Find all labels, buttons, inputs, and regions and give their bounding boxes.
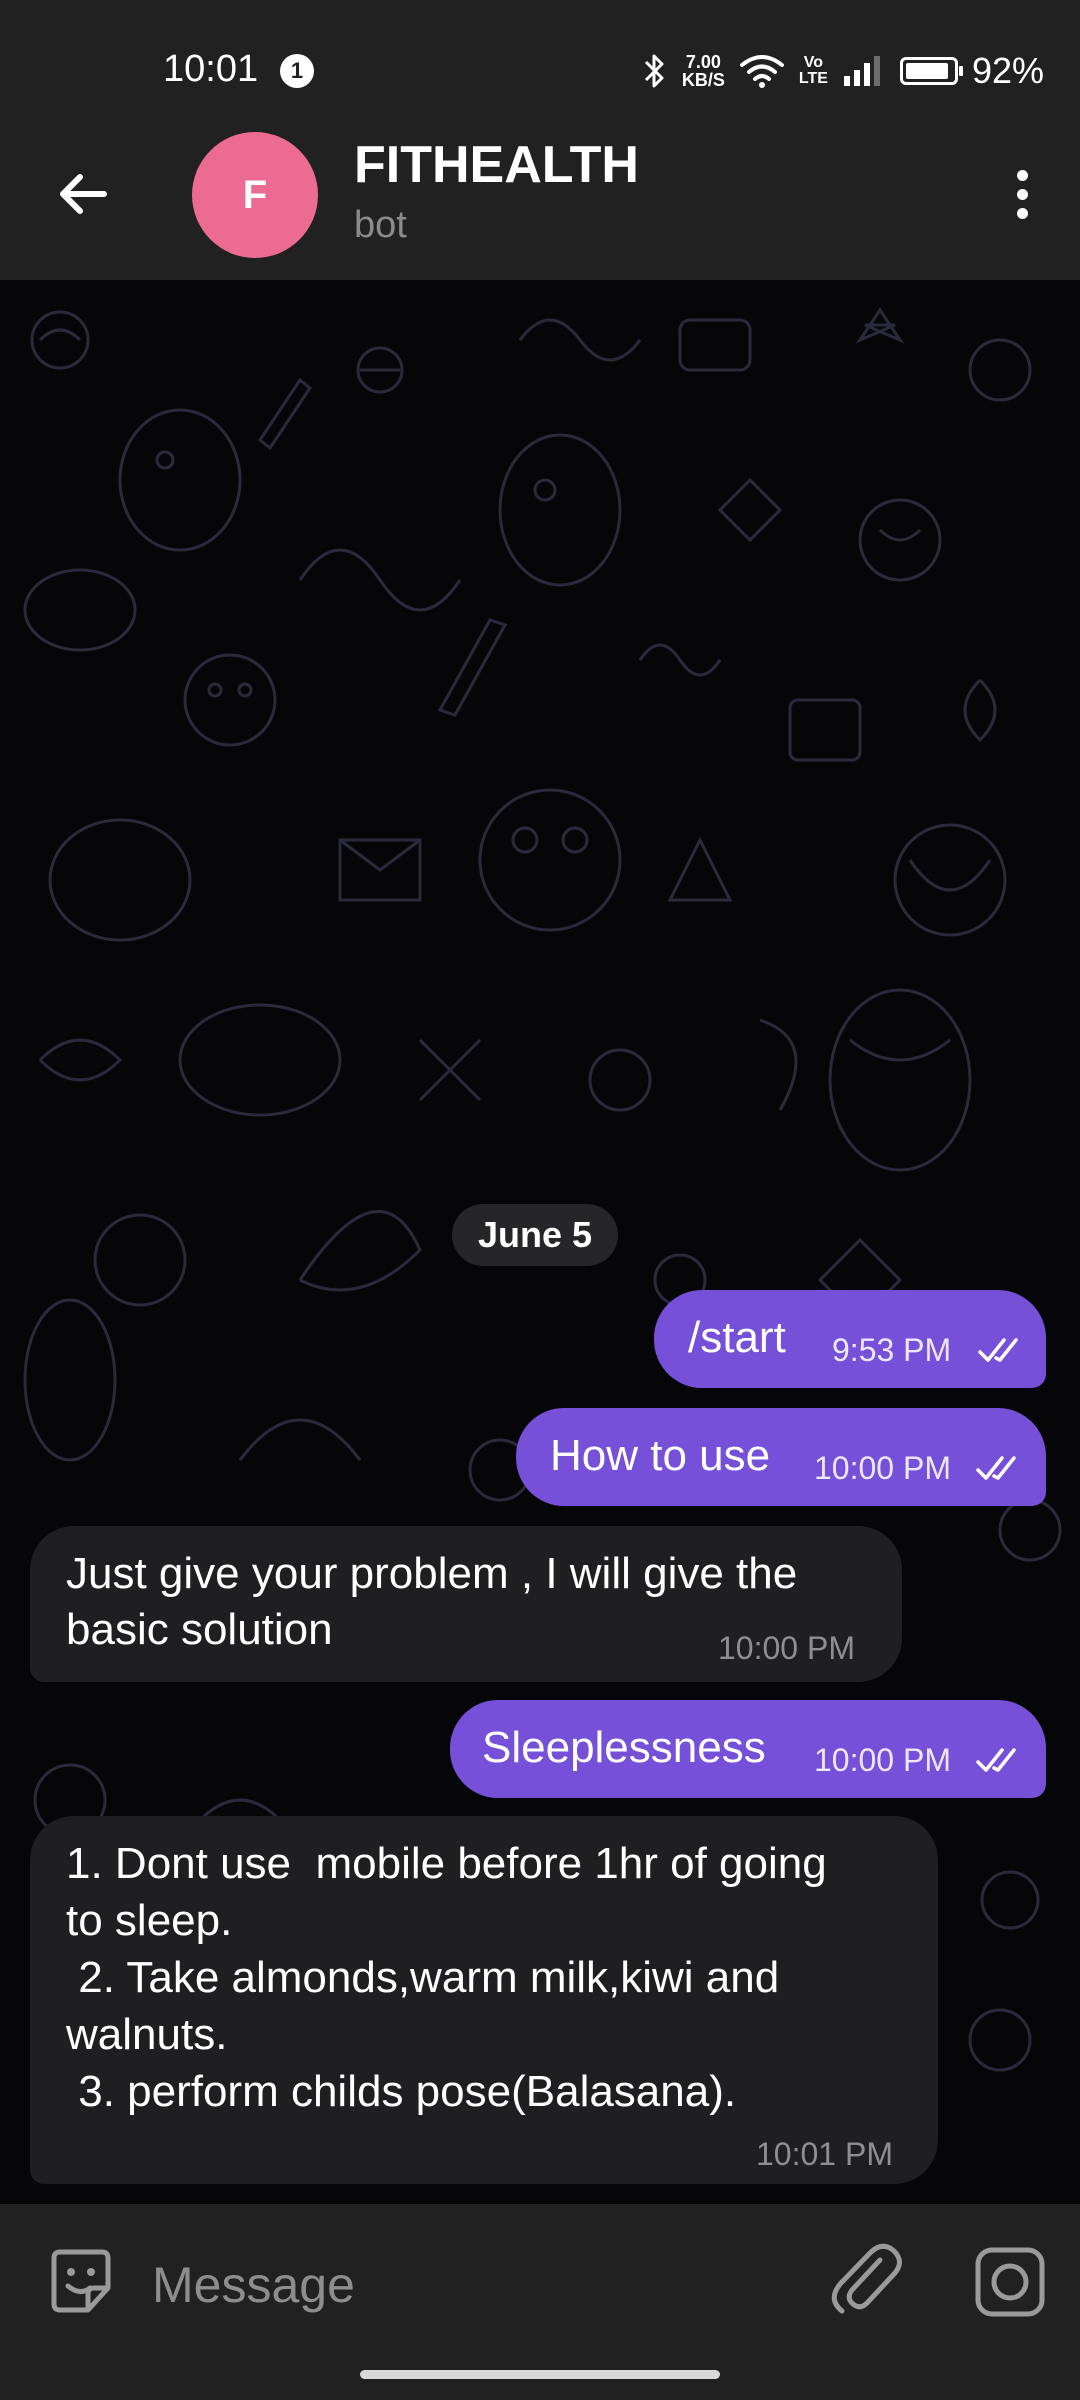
- status-icons: 7.00 KB/S Vo LTE 92%: [642, 48, 1044, 94]
- camera-icon[interactable]: [970, 2242, 1050, 2322]
- wifi-icon: [739, 55, 784, 88]
- date-separator: June 5: [452, 1204, 619, 1266]
- message-text: /start: [688, 1313, 786, 1362]
- message-text-line: 1. Dont use mobile before 1hr of going: [66, 1839, 827, 1888]
- message-text: How to use: [550, 1431, 771, 1480]
- message-text-line: 2. Take almonds,warm milk,kiwi and: [66, 1953, 780, 2002]
- battery-percent: 92%: [971, 50, 1044, 91]
- message-text-line: basic solution: [66, 1605, 333, 1654]
- message-time: 9:53 PM: [832, 1332, 952, 1368]
- notification-count-badge: 1: [280, 54, 314, 88]
- avatar[interactable]: F: [192, 132, 318, 258]
- outgoing-message[interactable]: /start 9:53 PM: [654, 1290, 1046, 1388]
- chat-subtitle: bot: [354, 204, 407, 246]
- network-speed-value: 7.00: [685, 52, 721, 72]
- incoming-message[interactable]: Just give your problem , I will give the…: [30, 1526, 902, 1682]
- back-arrow-icon[interactable]: [52, 162, 116, 226]
- battery-fill: [905, 63, 948, 79]
- more-options-icon[interactable]: [994, 162, 1050, 226]
- signal-icon: [843, 56, 880, 86]
- status-bar: 10:01 1 7.00 KB/S Vo LTE 92%: [0, 0, 1080, 140]
- sticker-icon[interactable]: [44, 2244, 118, 2318]
- message-input[interactable]: [150, 2244, 794, 2326]
- message-text-line: 3. perform childs pose(Balasana).: [66, 2067, 737, 2116]
- message-time: 10:00 PM: [814, 1450, 951, 1486]
- battery-icon: [899, 57, 963, 85]
- message-text: Sleeplessness: [482, 1723, 766, 1772]
- outgoing-message[interactable]: Sleeplessness 10:00 PM: [450, 1700, 1046, 1798]
- volte-bottom-label: LTE: [798, 70, 828, 87]
- chat-area[interactable]: June 5 /start 9:53 PM How to use 10:00 P…: [0, 280, 1080, 2204]
- paperclip-icon[interactable]: [826, 2242, 906, 2322]
- message-text-line: Just give your problem , I will give the: [66, 1549, 798, 1598]
- volte-indicator: Vo LTE: [799, 55, 828, 87]
- volte-top-label: Vo: [803, 54, 824, 71]
- message-time: 10:00 PM: [718, 1630, 855, 1666]
- network-speed-unit: KB/S: [681, 70, 725, 90]
- incoming-message[interactable]: 1. Dont use mobile before 1hr of going t…: [30, 1816, 938, 2184]
- message-time: 10:00 PM: [814, 1742, 951, 1778]
- double-check-icon: [976, 1748, 1016, 1772]
- message-text-line: to sleep.: [66, 1896, 233, 1945]
- message-text-line: walnuts.: [66, 2010, 228, 2059]
- chat-title[interactable]: FITHEALTH: [354, 135, 639, 195]
- home-indicator[interactable]: [360, 2370, 720, 2379]
- double-check-icon: [978, 1338, 1018, 1362]
- message-time: 10:01 PM: [756, 2136, 893, 2172]
- status-time: 10:01: [163, 48, 259, 90]
- outgoing-message[interactable]: How to use 10:00 PM: [516, 1408, 1046, 1506]
- bluetooth-icon: [644, 54, 664, 88]
- double-check-icon: [976, 1456, 1016, 1480]
- network-speed: 7.00 KB/S: [682, 53, 725, 89]
